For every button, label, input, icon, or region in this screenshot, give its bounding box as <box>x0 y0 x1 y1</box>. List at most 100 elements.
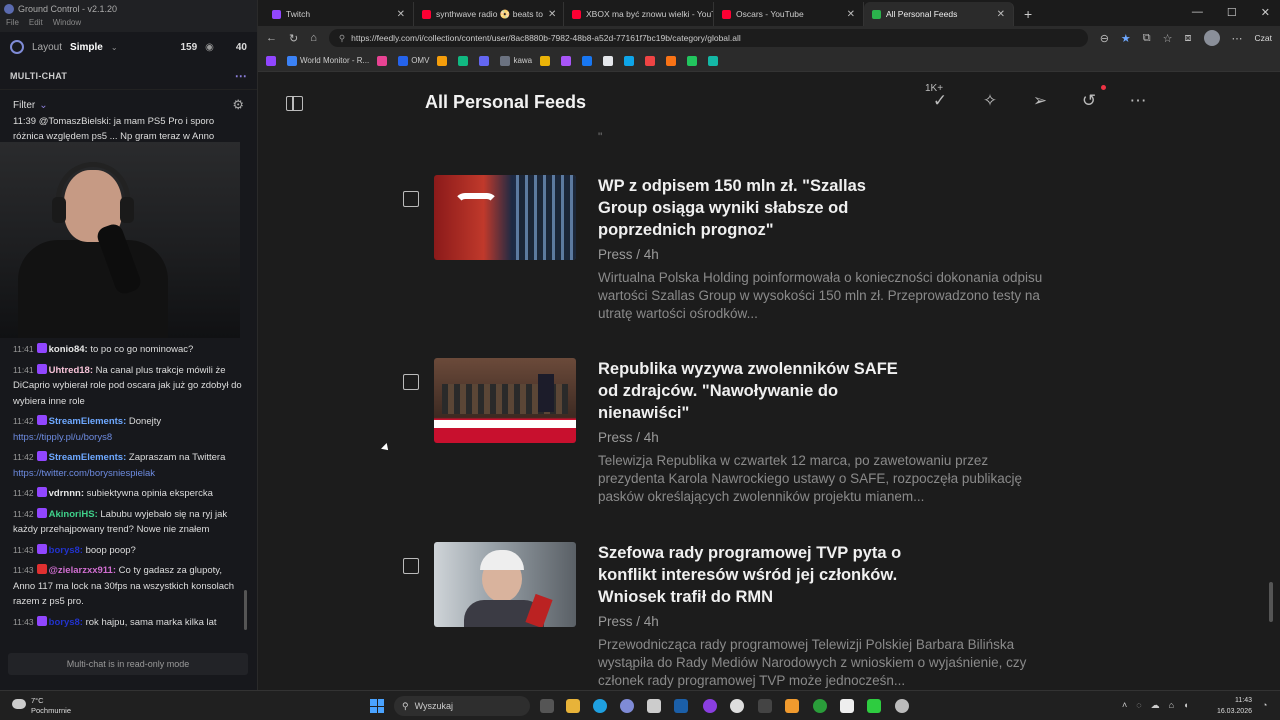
profile-avatar[interactable] <box>1203 30 1220 46</box>
maps-icon[interactable] <box>730 699 744 713</box>
more-icon[interactable]: ⋯ <box>1126 91 1150 113</box>
sidebar-toggle-icon[interactable] <box>286 96 303 111</box>
task-view-icon[interactable] <box>540 699 554 713</box>
article-entry[interactable]: Szefowa rady programowej TVP pyta o konf… <box>258 542 1280 690</box>
bookmark-item[interactable]: kawa <box>500 55 532 66</box>
bookmark-item[interactable] <box>437 55 450 66</box>
site-info-icon[interactable]: ⚲ <box>339 33 345 44</box>
onedrive-icon[interactable]: ☁ <box>1151 700 1160 711</box>
zoom-icon[interactable]: ⊖ <box>1100 32 1109 45</box>
article-title[interactable]: Szefowa rady programowej TVP pyta o konf… <box>598 542 918 608</box>
favorites-icon[interactable]: ☆ <box>1163 32 1173 45</box>
article-source[interactable]: Press / 4h <box>598 614 659 629</box>
bookmark-item[interactable] <box>603 55 616 66</box>
bookmark-item[interactable] <box>624 55 637 66</box>
bookmark-item[interactable] <box>561 55 574 66</box>
rocket-icon[interactable] <box>10 40 24 54</box>
store-icon[interactable] <box>647 699 661 713</box>
send-icon[interactable]: ➢ <box>1028 91 1052 113</box>
chat-username[interactable]: borys8: <box>49 617 83 628</box>
close-icon[interactable]: ✕ <box>847 9 855 20</box>
mark-as-read-icon[interactable]: ✓ <box>928 91 952 113</box>
close-icon[interactable]: ✕ <box>997 9 1005 20</box>
bookmark-item[interactable]: World Monitor - R... <box>287 55 369 66</box>
minimize-icon[interactable]: — <box>1192 6 1203 19</box>
filter-dropdown[interactable]: Filter <box>13 100 35 111</box>
browser-tab[interactable]: All Personal Feeds ✕ <box>864 2 1014 26</box>
article-title[interactable]: Republika wyzywa zwolenników SAFE od zdr… <box>598 358 918 424</box>
home-icon[interactable]: ⌂ <box>310 32 317 44</box>
tray-app-icon[interactable]: ◌ <box>1136 700 1141 711</box>
address-bar[interactable]: ⚲ https://feedly.com/i/collection/conten… <box>328 29 1088 47</box>
bookmark-item[interactable] <box>377 55 390 66</box>
weather-widget[interactable]: 7°C Pochmurnie <box>12 696 71 716</box>
close-icon[interactable]: ✕ <box>1261 6 1270 19</box>
chat-username[interactable]: konio84: <box>49 344 88 355</box>
article-thumbnail[interactable] <box>434 542 576 627</box>
network-icon[interactable]: ⌂ <box>1169 700 1174 711</box>
chat-scrollbar[interactable] <box>244 590 247 630</box>
bookmark-item[interactable] <box>645 55 658 66</box>
extension-icon[interactable]: ⧉ <box>1143 32 1151 45</box>
sparkle-icon[interactable]: ✧ <box>978 91 1002 113</box>
bookmark-item[interactable]: OMV <box>398 55 429 66</box>
settings-icon[interactable] <box>895 699 909 713</box>
article-checkbox[interactable] <box>403 191 419 207</box>
article-checkbox[interactable] <box>403 374 419 390</box>
bookmark-item[interactable] <box>582 55 595 66</box>
menu-file[interactable]: File <box>6 18 19 32</box>
refresh-icon[interactable]: ↺ <box>1077 91 1101 113</box>
bookmark-item[interactable] <box>458 55 471 66</box>
bookmark-item[interactable] <box>266 55 279 66</box>
bookmark-item[interactable] <box>540 55 553 66</box>
more-icon[interactable]: ⋯ <box>1232 32 1243 45</box>
article-entry[interactable]: Republika wyzywa zwolenników SAFE od zdr… <box>258 358 1280 518</box>
terminal-icon[interactable] <box>758 699 772 713</box>
browser-tab[interactable]: XBOX ma być znowu wielki - YouT✕ <box>564 2 714 26</box>
app-icon[interactable] <box>785 699 799 713</box>
star-icon[interactable]: ★ <box>1121 32 1131 45</box>
steam-icon[interactable] <box>674 699 688 713</box>
file-explorer-icon[interactable] <box>566 699 580 713</box>
chat-app-icon[interactable] <box>840 699 854 713</box>
nvidia-icon[interactable] <box>867 699 881 713</box>
article-thumbnail[interactable] <box>434 358 576 443</box>
chat-username[interactable]: StreamElements: <box>49 452 127 463</box>
chat-username[interactable]: borys8: <box>49 545 83 556</box>
chat-username[interactable]: vdrnnn: <box>49 488 84 499</box>
edge-icon[interactable] <box>593 699 607 713</box>
volume-icon[interactable]: ◖ <box>1183 700 1188 711</box>
article-thumbnail[interactable] <box>434 175 576 260</box>
notifications-icon[interactable]: ◔ <box>1262 700 1267 710</box>
article-entry[interactable]: WP z odpisem 150 mln zł. "Szallas Group … <box>258 175 1280 335</box>
chat-username[interactable]: AkinoriHS: <box>49 509 98 520</box>
chat-username[interactable]: StreamElements: <box>49 416 127 427</box>
article-source[interactable]: Press / 4h <box>598 247 659 262</box>
article-source[interactable]: Press / 4h <box>598 430 659 445</box>
layout-select[interactable]: Simple <box>70 42 103 53</box>
browser-tab[interactable]: Twitch ✕ <box>264 2 414 26</box>
clock[interactable]: 11:43 16.03.2026 <box>1214 695 1252 717</box>
copilot-button[interactable]: Czat <box>1255 33 1272 43</box>
close-icon[interactable]: ✕ <box>397 9 405 20</box>
collections-icon[interactable]: ⧈ <box>1185 32 1192 45</box>
menu-window[interactable]: Window <box>53 18 81 32</box>
chat-username[interactable]: @zielarzxx911: <box>49 565 116 576</box>
menu-edit[interactable]: Edit <box>29 18 43 32</box>
chevron-down-icon[interactable]: ⌄ <box>39 100 47 111</box>
chevron-up-icon[interactable]: ˄ <box>1122 700 1127 711</box>
more-icon[interactable]: ⋯ <box>235 69 247 83</box>
browser-tab[interactable]: synthwave radio 📀 beats to ✕ <box>414 2 564 26</box>
article-title[interactable]: WP z odpisem 150 mln zł. "Szallas Group … <box>598 175 918 241</box>
back-icon[interactable]: ← <box>266 32 277 44</box>
close-icon[interactable]: ✕ <box>548 9 556 20</box>
xbox-icon[interactable] <box>813 699 827 713</box>
bookmark-item[interactable] <box>666 55 679 66</box>
reload-icon[interactable]: ↻ <box>289 32 298 45</box>
chat-link[interactable]: https://tipply.pl/u/borys8 <box>13 432 112 443</box>
browser-tab[interactable]: Oscars - YouTube ✕ <box>714 2 864 26</box>
ground-control-taskbar-icon[interactable] <box>620 699 634 713</box>
page-scrollbar[interactable] <box>1269 582 1273 622</box>
bookmark-item[interactable] <box>708 55 721 66</box>
chat-username[interactable]: Uhtred18: <box>49 365 93 376</box>
